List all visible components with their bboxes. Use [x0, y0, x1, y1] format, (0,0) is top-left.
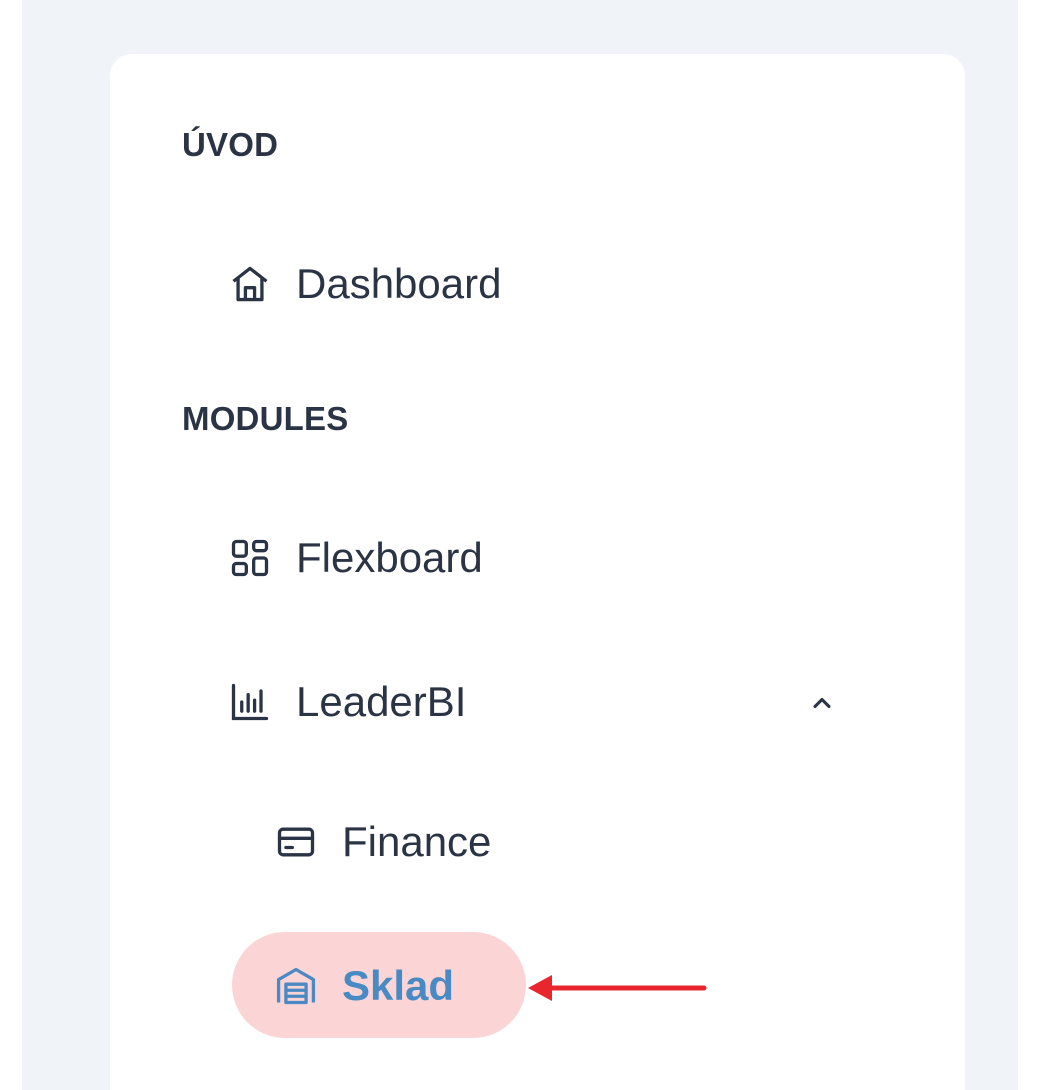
bar-chart-icon	[226, 678, 274, 726]
chevron-up-icon[interactable]	[800, 681, 844, 725]
sidebar-item-label: LeaderBI	[296, 678, 467, 725]
sidebar-item-label: Flexboard	[296, 534, 483, 581]
sidebar-item-label: Finance	[342, 818, 492, 865]
sidebar-subitem-finance[interactable]: Finance	[272, 818, 491, 866]
section-title-intro: ÚVOD	[182, 126, 279, 163]
annotation-arrow	[528, 975, 707, 1001]
warehouse-icon	[272, 962, 320, 1010]
home-icon	[226, 260, 274, 308]
sidebar-item-flexboard[interactable]: Flexboard	[226, 534, 483, 582]
section-title-modules: MODULES	[182, 400, 349, 437]
sidebar-item-label: Sklad	[342, 962, 455, 1009]
sidebar-item-dashboard[interactable]: Dashboard	[226, 260, 501, 308]
credit-card-icon	[272, 818, 320, 866]
sidebar-item-leaderbi[interactable]: LeaderBI	[226, 678, 466, 726]
sidebar-item-label: Dashboard	[296, 260, 502, 307]
sidebar-subitem-sklad[interactable]: Sklad	[272, 962, 454, 1010]
grid-layout-icon	[226, 534, 274, 582]
